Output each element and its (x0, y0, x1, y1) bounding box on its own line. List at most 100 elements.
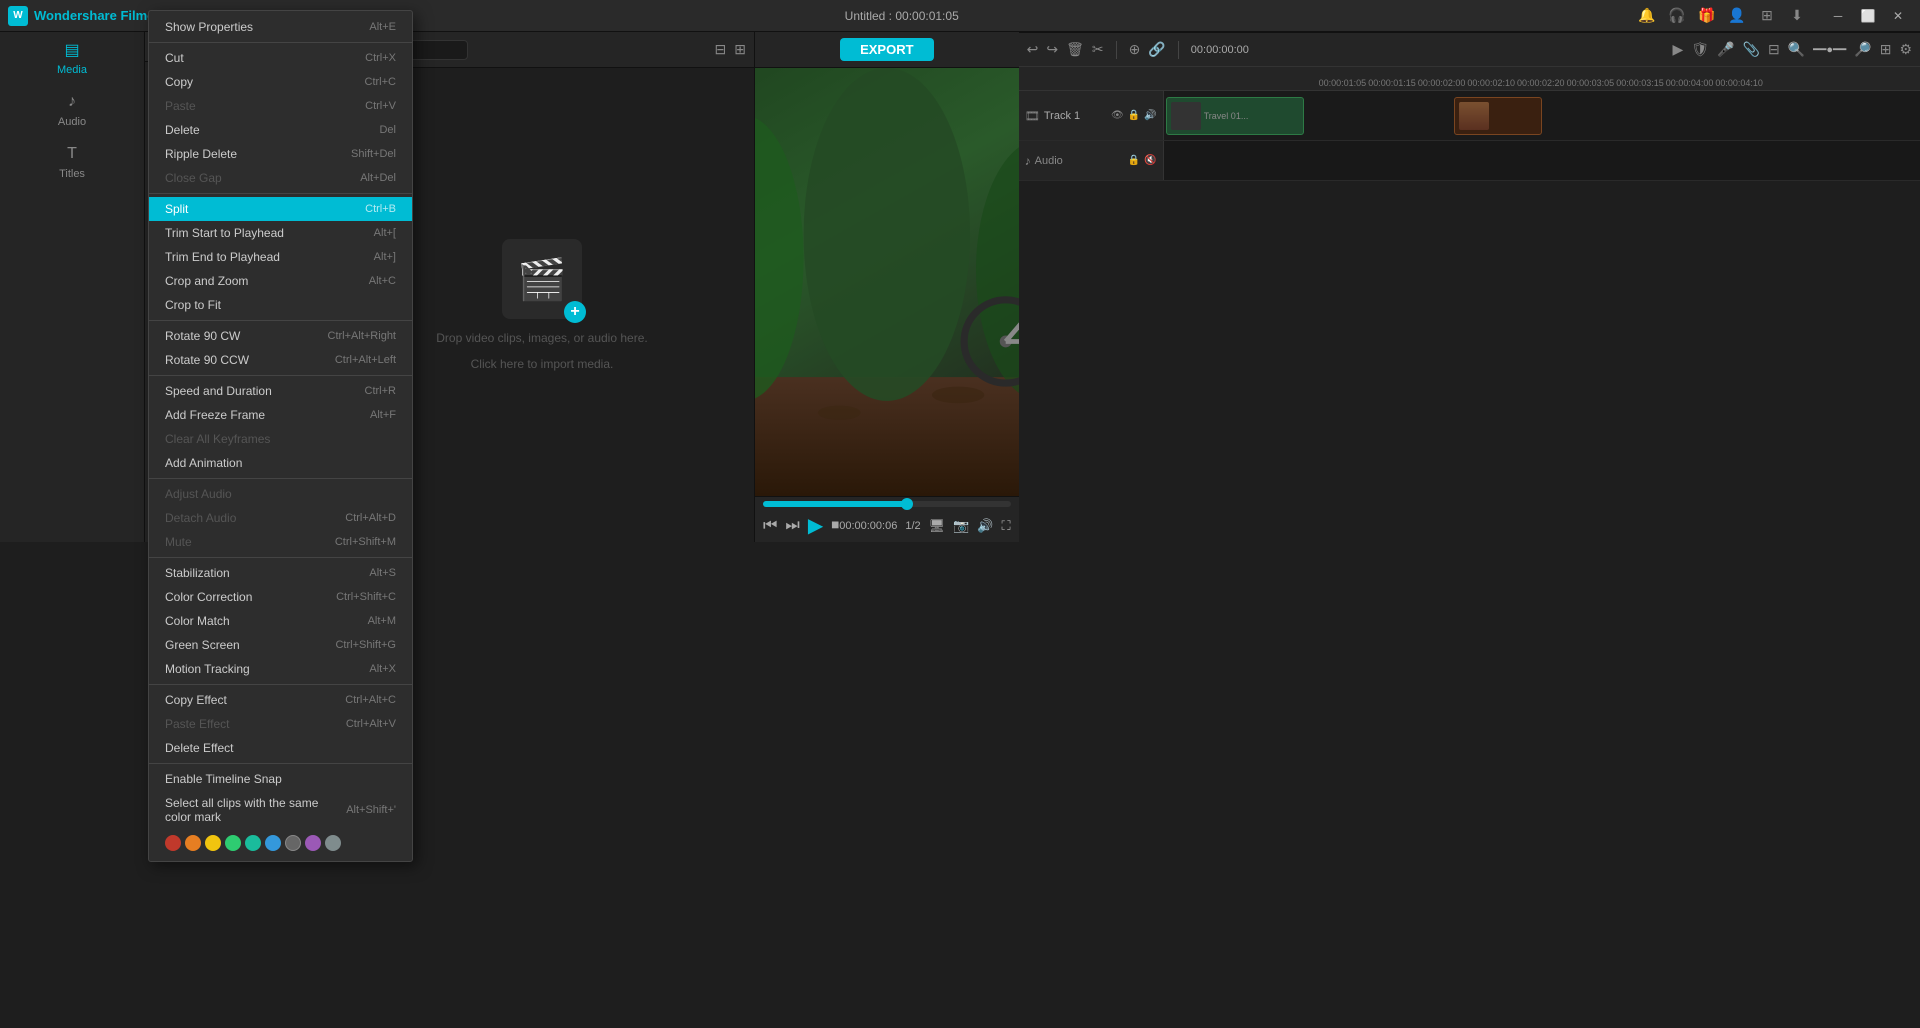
ctx-ripple-delete[interactable]: Ripple Delete Shift+Del (149, 142, 412, 166)
ctx-split[interactable]: Split Ctrl+B (149, 197, 412, 221)
export-button[interactable]: EXPORT (840, 38, 933, 61)
ctx-color-correction[interactable]: Color Correction Ctrl+Shift+C (149, 585, 412, 609)
nav-tab-audio[interactable]: ♪ Audio (0, 84, 144, 136)
clip-orange[interactable] (1454, 97, 1542, 135)
color-teal[interactable] (245, 835, 261, 851)
ctx-color-match[interactable]: Color Match Alt+M (149, 609, 412, 633)
ctx-freeze-frame[interactable]: Add Freeze Frame Alt+F (149, 403, 412, 427)
layout-icon[interactable]: ⊟ (1768, 41, 1780, 58)
audio-lock-icon[interactable]: 🔒 (1128, 155, 1140, 166)
ctx-speed-duration[interactable]: Speed and Duration Ctrl+R (149, 379, 412, 403)
track-lock-icon[interactable]: 🔒 (1128, 110, 1140, 121)
ctx-add-animation[interactable]: Add Animation (149, 451, 412, 475)
ctx-ripple-delete-shortcut: Shift+Del (351, 148, 396, 160)
audio-volume-icon[interactable]: 🔇 (1144, 155, 1156, 166)
track-eye-icon[interactable]: 👁 (1111, 110, 1124, 121)
ruler-mark-8: 00:00:04:10 (1715, 78, 1765, 90)
stop-button[interactable]: ⏹ (831, 517, 839, 535)
close-button[interactable]: ✕ (1884, 5, 1912, 27)
ctx-motion-tracking[interactable]: Motion Tracking Alt+X (149, 657, 412, 681)
camera-icon[interactable]: 📷 (953, 518, 969, 534)
zoom-slider[interactable]: ━━●━━ (1813, 43, 1846, 56)
ctx-show-properties[interactable]: Show Properties Alt+E (149, 15, 412, 39)
headset-icon[interactable]: 🎧 (1666, 5, 1688, 27)
gift-icon[interactable]: 🎁 (1696, 5, 1718, 27)
preview-progress-bar[interactable] (763, 501, 1011, 507)
ctx-cut[interactable]: Cut Ctrl+X (149, 46, 412, 70)
ctx-crop-zoom[interactable]: Crop and Zoom Alt+C (149, 269, 412, 293)
ctx-split-label: Split (165, 202, 188, 216)
ctx-crop-fit[interactable]: Crop to Fit (149, 293, 412, 317)
color-purple[interactable] (305, 835, 321, 851)
notifications-icon[interactable]: 🔔 (1636, 5, 1658, 27)
color-yellow[interactable] (205, 835, 221, 851)
color-gray[interactable] (325, 835, 341, 851)
prev-frame-button[interactable]: ⏮ (763, 517, 777, 535)
shield-icon[interactable]: 🛡 (1691, 41, 1709, 58)
play-timeline-button[interactable]: ▶ (1673, 41, 1684, 58)
ctx-rotate-ccw[interactable]: Rotate 90 CCW Ctrl+Alt+Left (149, 348, 412, 372)
timeline-tracks: 🎞 Track 1 👁 🔒 🔊 Travel 01... (1019, 91, 1920, 252)
audio-track-body[interactable] (1164, 141, 1920, 180)
clip-green-label: Travel 01... (1204, 111, 1249, 121)
filter-icon[interactable]: ⊟ (715, 41, 727, 58)
monitor-icon[interactable]: 🖥 (929, 518, 946, 534)
ctx-green-screen[interactable]: Green Screen Ctrl+Shift+G (149, 633, 412, 657)
color-green[interactable] (225, 835, 241, 851)
color-gray-dark[interactable] (285, 835, 301, 851)
volume-icon[interactable]: 🔊 (977, 518, 993, 534)
ctx-delete-effect[interactable]: Delete Effect (149, 736, 412, 760)
fullscreen-icon[interactable]: ⛶ (1002, 518, 1011, 534)
nav-tab-titles[interactable]: T Titles (0, 136, 144, 188)
color-orange[interactable] (185, 835, 201, 851)
download-icon[interactable]: ⬇ (1786, 5, 1808, 27)
grid-view-icon[interactable]: ⊞ (734, 41, 746, 58)
ctx-select-color-clips[interactable]: Select all clips with the same color mar… (149, 791, 412, 829)
fit-icon[interactable]: ⊞ (1880, 41, 1892, 58)
ctx-close-gap-label: Close Gap (165, 171, 222, 185)
magnet-button[interactable]: ⊕ (1129, 41, 1141, 58)
clip-icon[interactable]: 📎 (1743, 41, 1760, 58)
ctx-copy[interactable]: Copy Ctrl+C (149, 70, 412, 94)
zoom-in-icon[interactable]: 🔎 (1854, 41, 1871, 58)
mic-icon[interactable]: 🎤 (1717, 41, 1734, 58)
import-icon: 🎬 + (502, 239, 582, 319)
apps-icon[interactable]: ⊞ (1756, 5, 1778, 27)
restore-button[interactable]: ⬜ (1854, 5, 1882, 27)
cut-clip-button[interactable]: ✂ (1092, 41, 1104, 58)
ctx-delete[interactable]: Delete Del (149, 118, 412, 142)
ctx-sep-1 (149, 42, 412, 43)
play-button[interactable]: ▶ (808, 513, 823, 538)
ctx-sep-2 (149, 193, 412, 194)
link-button[interactable]: 🔗 (1148, 41, 1165, 58)
ctx-copy-effect[interactable]: Copy Effect Ctrl+Alt+C (149, 688, 412, 712)
ctx-cut-shortcut: Ctrl+X (365, 52, 396, 64)
ctx-rotate-ccw-shortcut: Ctrl+Alt+Left (335, 354, 396, 366)
nav-tab-media[interactable]: ▤ Media (0, 32, 144, 84)
color-blue[interactable] (265, 835, 281, 851)
video-track-body[interactable]: Travel 01... (1164, 91, 1920, 140)
toolbar-separator2 (1178, 41, 1179, 59)
ctx-sep-4 (149, 375, 412, 376)
title-bar-icons: 🔔 🎧 🎁 👤 ⊞ ⬇ ─ ⬜ ✕ (1636, 5, 1912, 27)
account-icon[interactable]: 👤 (1726, 5, 1748, 27)
zoom-out-icon[interactable]: 🔍 (1788, 41, 1805, 58)
ctx-rotate-cw[interactable]: Rotate 90 CW Ctrl+Alt+Right (149, 324, 412, 348)
redo-button[interactable]: ↪ (1046, 41, 1058, 58)
ctx-trim-start[interactable]: Trim Start to Playhead Alt+[ (149, 221, 412, 245)
color-red[interactable] (165, 835, 181, 851)
ruler-mark-1: 00:00:01:15 (1368, 78, 1418, 90)
minimize-button[interactable]: ─ (1824, 5, 1852, 27)
timeline-settings-icon[interactable]: ⚙ (1899, 41, 1912, 58)
ctx-stabilization[interactable]: Stabilization Alt+S (149, 561, 412, 585)
undo-button[interactable]: ↩ (1027, 41, 1039, 58)
delete-clip-button[interactable]: 🗑 (1066, 41, 1084, 58)
rewind-button[interactable]: ⏭ (785, 517, 799, 535)
ctx-enable-snap[interactable]: Enable Timeline Snap (149, 767, 412, 791)
ctx-paste-effect-label: Paste Effect (165, 717, 229, 731)
clip-green[interactable]: Travel 01... (1166, 97, 1304, 135)
track-volume-icon[interactable]: 🔊 (1144, 110, 1156, 121)
ctx-trim-start-label: Trim Start to Playhead (165, 226, 284, 240)
ctx-trim-end[interactable]: Trim End to Playhead Alt+] (149, 245, 412, 269)
ctx-delete-effect-label: Delete Effect (165, 741, 233, 755)
